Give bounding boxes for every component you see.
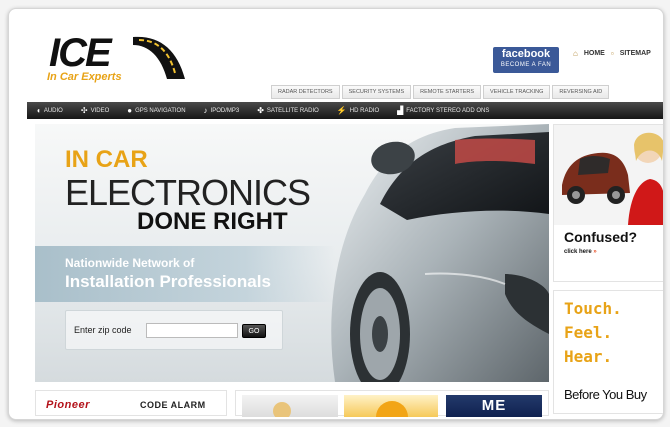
tab-vehicle-tracking[interactable]: VEHICLE TRACKING [483,85,551,99]
red-car-woman-image [554,125,663,225]
code-alarm-logo[interactable]: CODE ALARM [140,400,206,410]
woman-image [273,402,291,419]
tab-reversing-aid[interactable]: REVERSING AID [552,85,610,99]
ice-logo[interactable]: ICE In Car Experts [35,31,195,93]
hear-text: Hear. [564,347,613,366]
go-button[interactable]: GO [242,324,266,338]
zip-search-box: Enter zip code GO [65,310,283,350]
click-here-link[interactable]: click here » [564,249,597,255]
confused-ad[interactable]: Confused? click here » [553,124,663,282]
become-fan-label: BECOME A FAN [500,62,552,68]
tab-security-systems[interactable]: SECURITY SYSTEMS [341,85,412,99]
nav-item-hd-radio[interactable]: ⚡ HD RADIO [328,106,388,115]
touch-text: Touch. [564,299,622,318]
globe-icon: ● [127,106,133,115]
top-links: ⌂ HOME ▫ SITEMAP [573,49,651,58]
sub-navigation: RADAR DETECTORS SECURITY SYSTEMS REMOTE … [271,85,610,99]
home-icon: ⌂ [573,49,578,58]
confused-heading: Confused? [564,229,638,245]
tab-radar-detectors[interactable]: RADAR DETECTORS [271,85,340,99]
home-link[interactable]: HOME [584,50,605,57]
nav-label: HD RADIO [349,107,380,114]
zip-label: Enter zip code [74,325,132,335]
promo-me-logo[interactable]: ME [446,395,542,417]
zip-input[interactable] [146,323,238,338]
car-icon: ▟ [397,106,404,115]
nav-label: IPOD/MP3 [210,107,240,114]
nav-label: FACTORY STEREO ADD ONS [406,107,490,114]
nav-item-factory-stereo[interactable]: ▟ FACTORY STEREO ADD ONS [388,106,498,115]
logo-text: ICE [49,31,112,75]
film-icon: ✣ [80,106,88,115]
tab-remote-starters[interactable]: REMOTE STARTERS [413,85,482,99]
facebook-label: facebook [501,48,551,60]
page-frame: ICE In Car Experts facebook BECOME A FAN… [8,8,664,420]
nav-item-gps-navigation[interactable]: ● GPS NAVIGATION [118,106,194,115]
nav-item-audio[interactable]: ◖ AUDIO [27,106,72,115]
satellite-icon: ✤ [257,106,264,115]
facebook-fan-button[interactable]: facebook BECOME A FAN [493,47,559,73]
promo-badge-image[interactable] [344,395,438,419]
road-icon [133,36,185,79]
sitemap-icon: ▫ [610,49,614,58]
band-installation: Installation Professionals [65,272,271,291]
touch-feel-hear-ad[interactable]: Touch. Feel. Hear. Before You Buy [553,290,663,414]
before-you-buy-text: Before You Buy [564,387,647,402]
sitemap-link[interactable]: SITEMAP [620,50,651,57]
hero-line-done-right: DONE RIGHT [137,208,288,235]
click-here-label: click here [564,249,592,255]
promo-strip: ME [235,390,549,419]
nav-item-video[interactable]: ✣ VIDEO [72,106,118,115]
nav-label: SATELLITE RADIO [266,107,319,114]
nav-label: AUDIO [43,107,63,114]
radio-icon: ⚡ [336,106,347,115]
nav-item-satellite-radio[interactable]: ✤ SATELLITE RADIO [248,106,328,115]
speaker-icon: ◖ [36,106,41,115]
brand-logos: Pioneer CODE ALARM [35,390,227,416]
nav-label: VIDEO [90,107,110,114]
hero-banner[interactable]: IN CAR ELECTRONICS DONE RIGHT Nationwide… [35,124,549,382]
pioneer-logo[interactable]: Pioneer [46,399,90,411]
hero-line-in-car: IN CAR [65,146,148,173]
band-nationwide: Nationwide Network of [65,256,195,270]
badge-image [376,401,408,419]
arrows-icon: » [593,249,597,255]
logo-tagline: In Car Experts [47,71,122,83]
nav-label: GPS NAVIGATION [135,107,186,114]
promo-woman-image[interactable] [242,395,338,419]
music-icon: ♪ [203,106,208,115]
main-navigation: ◖ AUDIO ✣ VIDEO ● GPS NAVIGATION ♪ IPOD/… [27,102,663,119]
nav-item-ipod-mp3[interactable]: ♪ IPOD/MP3 [195,106,249,115]
feel-text: Feel. [564,323,613,342]
